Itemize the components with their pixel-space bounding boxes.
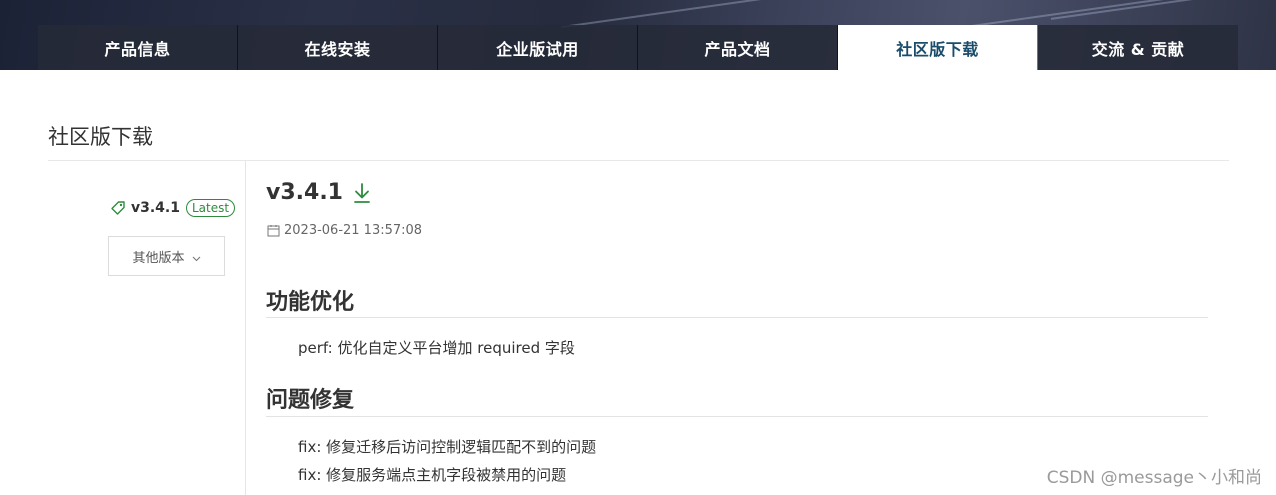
list-item: perf: 优化自定义平台增加 required 字段 (298, 339, 575, 357)
latest-badge: Latest (186, 199, 236, 217)
banner-decoration (561, 0, 819, 29)
release-version: v3.4.1 (266, 180, 343, 205)
current-version-tag[interactable]: v3.4.1 Latest (110, 197, 236, 219)
section-divider (266, 317, 1208, 318)
page-title: 社区版下载 (48, 125, 153, 149)
list-item: fix: 修复迁移后访问控制逻辑匹配不到的问题 (298, 438, 597, 456)
section-divider (266, 416, 1208, 417)
main-nav: 产品信息 在线安装 企业版试用 产品文档 社区版下载 交流 & 贡献 (38, 25, 1239, 70)
nav-item-community-download[interactable]: 社区版下载 (838, 25, 1038, 70)
chevron-down-icon (192, 252, 201, 261)
section-heading-features: 功能优化 (266, 290, 355, 315)
column-divider (245, 161, 246, 495)
header-banner: 产品信息 在线安装 企业版试用 产品文档 社区版下载 交流 & 贡献 (0, 0, 1276, 70)
release-date-text: 2023-06-21 13:57:08 (284, 223, 423, 238)
title-divider (48, 160, 1229, 161)
calendar-icon (267, 224, 280, 237)
watermark: CSDN @message丶小和尚 (1046, 468, 1262, 488)
nav-item-enterprise-trial[interactable]: 企业版试用 (438, 25, 638, 70)
tag-icon (110, 200, 126, 216)
release-header: v3.4.1 (266, 180, 372, 205)
sidebar-version-label: v3.4.1 (131, 200, 180, 216)
download-icon[interactable] (352, 182, 372, 204)
release-date: 2023-06-21 13:57:08 (267, 223, 422, 238)
nav-item-product-docs[interactable]: 产品文档 (638, 25, 838, 70)
nav-item-online-install[interactable]: 在线安装 (238, 25, 438, 70)
other-versions-dropdown[interactable]: 其他版本 (108, 236, 225, 276)
section-heading-fixes: 问题修复 (266, 388, 355, 413)
list-item: fix: 修复服务端点主机字段被禁用的问题 (298, 466, 567, 484)
nav-item-community-contribute[interactable]: 交流 & 贡献 (1038, 25, 1238, 70)
nav-item-product-info[interactable]: 产品信息 (38, 25, 238, 70)
other-versions-label: 其他版本 (132, 250, 185, 266)
